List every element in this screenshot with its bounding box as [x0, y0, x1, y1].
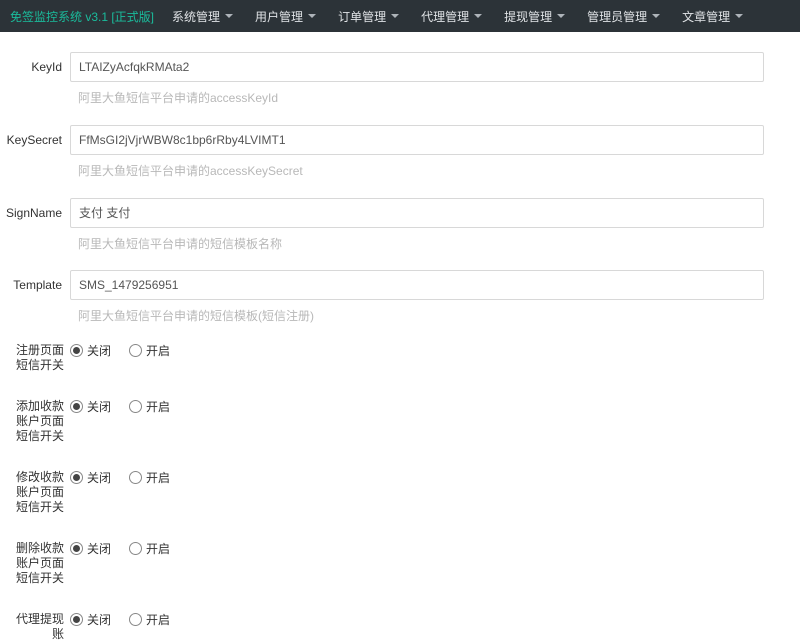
- radio-on[interactable]: 开启: [129, 540, 170, 557]
- chevron-down-icon: [735, 14, 743, 18]
- switch-label: 注册页面短信开关: [10, 343, 70, 373]
- radio-icon: [70, 613, 83, 626]
- nav-article[interactable]: 文章管理: [682, 8, 743, 25]
- radio-icon: [129, 542, 142, 555]
- radio-icon: [70, 400, 83, 413]
- nav-agent[interactable]: 代理管理: [421, 8, 482, 25]
- radio-icon: [129, 400, 142, 413]
- brand-title: 免签监控系统 v3.1 [正式版]: [10, 8, 154, 25]
- radio-icon: [70, 542, 83, 555]
- nav-admin[interactable]: 管理员管理: [587, 8, 660, 25]
- nav-user[interactable]: 用户管理: [255, 8, 316, 25]
- radio-icon: [70, 344, 83, 357]
- radio-group: 关闭 开启: [70, 540, 170, 557]
- radio-on[interactable]: 开启: [129, 469, 170, 486]
- radio-icon: [70, 471, 83, 484]
- help-keyid: 阿里大鱼短信平台申请的accessKeyId: [78, 90, 784, 107]
- chevron-down-icon: [391, 14, 399, 18]
- nav-withdraw[interactable]: 提现管理: [504, 8, 565, 25]
- radio-off[interactable]: 关闭: [70, 540, 111, 557]
- switch-label: 修改收款账户页面短信开关: [10, 470, 70, 515]
- signname-input[interactable]: [70, 198, 764, 228]
- label-keyid: KeyId: [0, 52, 70, 82]
- nav-order[interactable]: 订单管理: [338, 8, 399, 25]
- switch-row: 注册页面短信开关关闭 开启: [10, 343, 784, 373]
- form-content: KeyId 阿里大鱼短信平台申请的accessKeyId KeySecret 阿…: [0, 32, 800, 642]
- switch-label: 代理提现账: [10, 612, 70, 642]
- radio-group: 关闭 开启: [70, 611, 170, 628]
- nav-system[interactable]: 系统管理: [172, 8, 233, 25]
- radio-icon: [129, 471, 142, 484]
- switch-label: 删除收款账户页面短信开关: [10, 541, 70, 586]
- switch-row: 删除收款账户页面短信开关关闭 开启: [10, 541, 784, 586]
- keyid-input[interactable]: [70, 52, 764, 82]
- chevron-down-icon: [474, 14, 482, 18]
- label-keysecret: KeySecret: [0, 125, 70, 155]
- label-signname: SignName: [0, 198, 70, 228]
- radio-on[interactable]: 开启: [129, 611, 170, 628]
- radio-on[interactable]: 开启: [129, 398, 170, 415]
- switch-row: 修改收款账户页面短信开关关闭 开启: [10, 470, 784, 515]
- help-template: 阿里大鱼短信平台申请的短信模板(短信注册): [78, 308, 784, 325]
- radio-off[interactable]: 关闭: [70, 398, 111, 415]
- chevron-down-icon: [308, 14, 316, 18]
- top-navbar: 免签监控系统 v3.1 [正式版] 系统管理 用户管理 订单管理 代理管理 提现…: [0, 0, 800, 32]
- radio-group: 关闭 开启: [70, 469, 170, 486]
- keysecret-input[interactable]: [70, 125, 764, 155]
- radio-off[interactable]: 关闭: [70, 342, 111, 359]
- radio-on[interactable]: 开启: [129, 342, 170, 359]
- chevron-down-icon: [225, 14, 233, 18]
- radio-group: 关闭 开启: [70, 342, 170, 359]
- chevron-down-icon: [557, 14, 565, 18]
- radio-group: 关闭 开启: [70, 398, 170, 415]
- radio-off[interactable]: 关闭: [70, 469, 111, 486]
- switch-row: 代理提现账关闭 开启: [10, 612, 784, 642]
- radio-icon: [129, 613, 142, 626]
- template-input[interactable]: [70, 270, 764, 300]
- switch-row: 添加收款账户页面短信开关关闭 开启: [10, 399, 784, 444]
- chevron-down-icon: [652, 14, 660, 18]
- radio-icon: [129, 344, 142, 357]
- label-template: Template: [0, 270, 70, 300]
- help-keysecret: 阿里大鱼短信平台申请的accessKeySecret: [78, 163, 784, 180]
- help-signname: 阿里大鱼短信平台申请的短信模板名称: [78, 236, 784, 253]
- radio-off[interactable]: 关闭: [70, 611, 111, 628]
- switch-label: 添加收款账户页面短信开关: [10, 399, 70, 444]
